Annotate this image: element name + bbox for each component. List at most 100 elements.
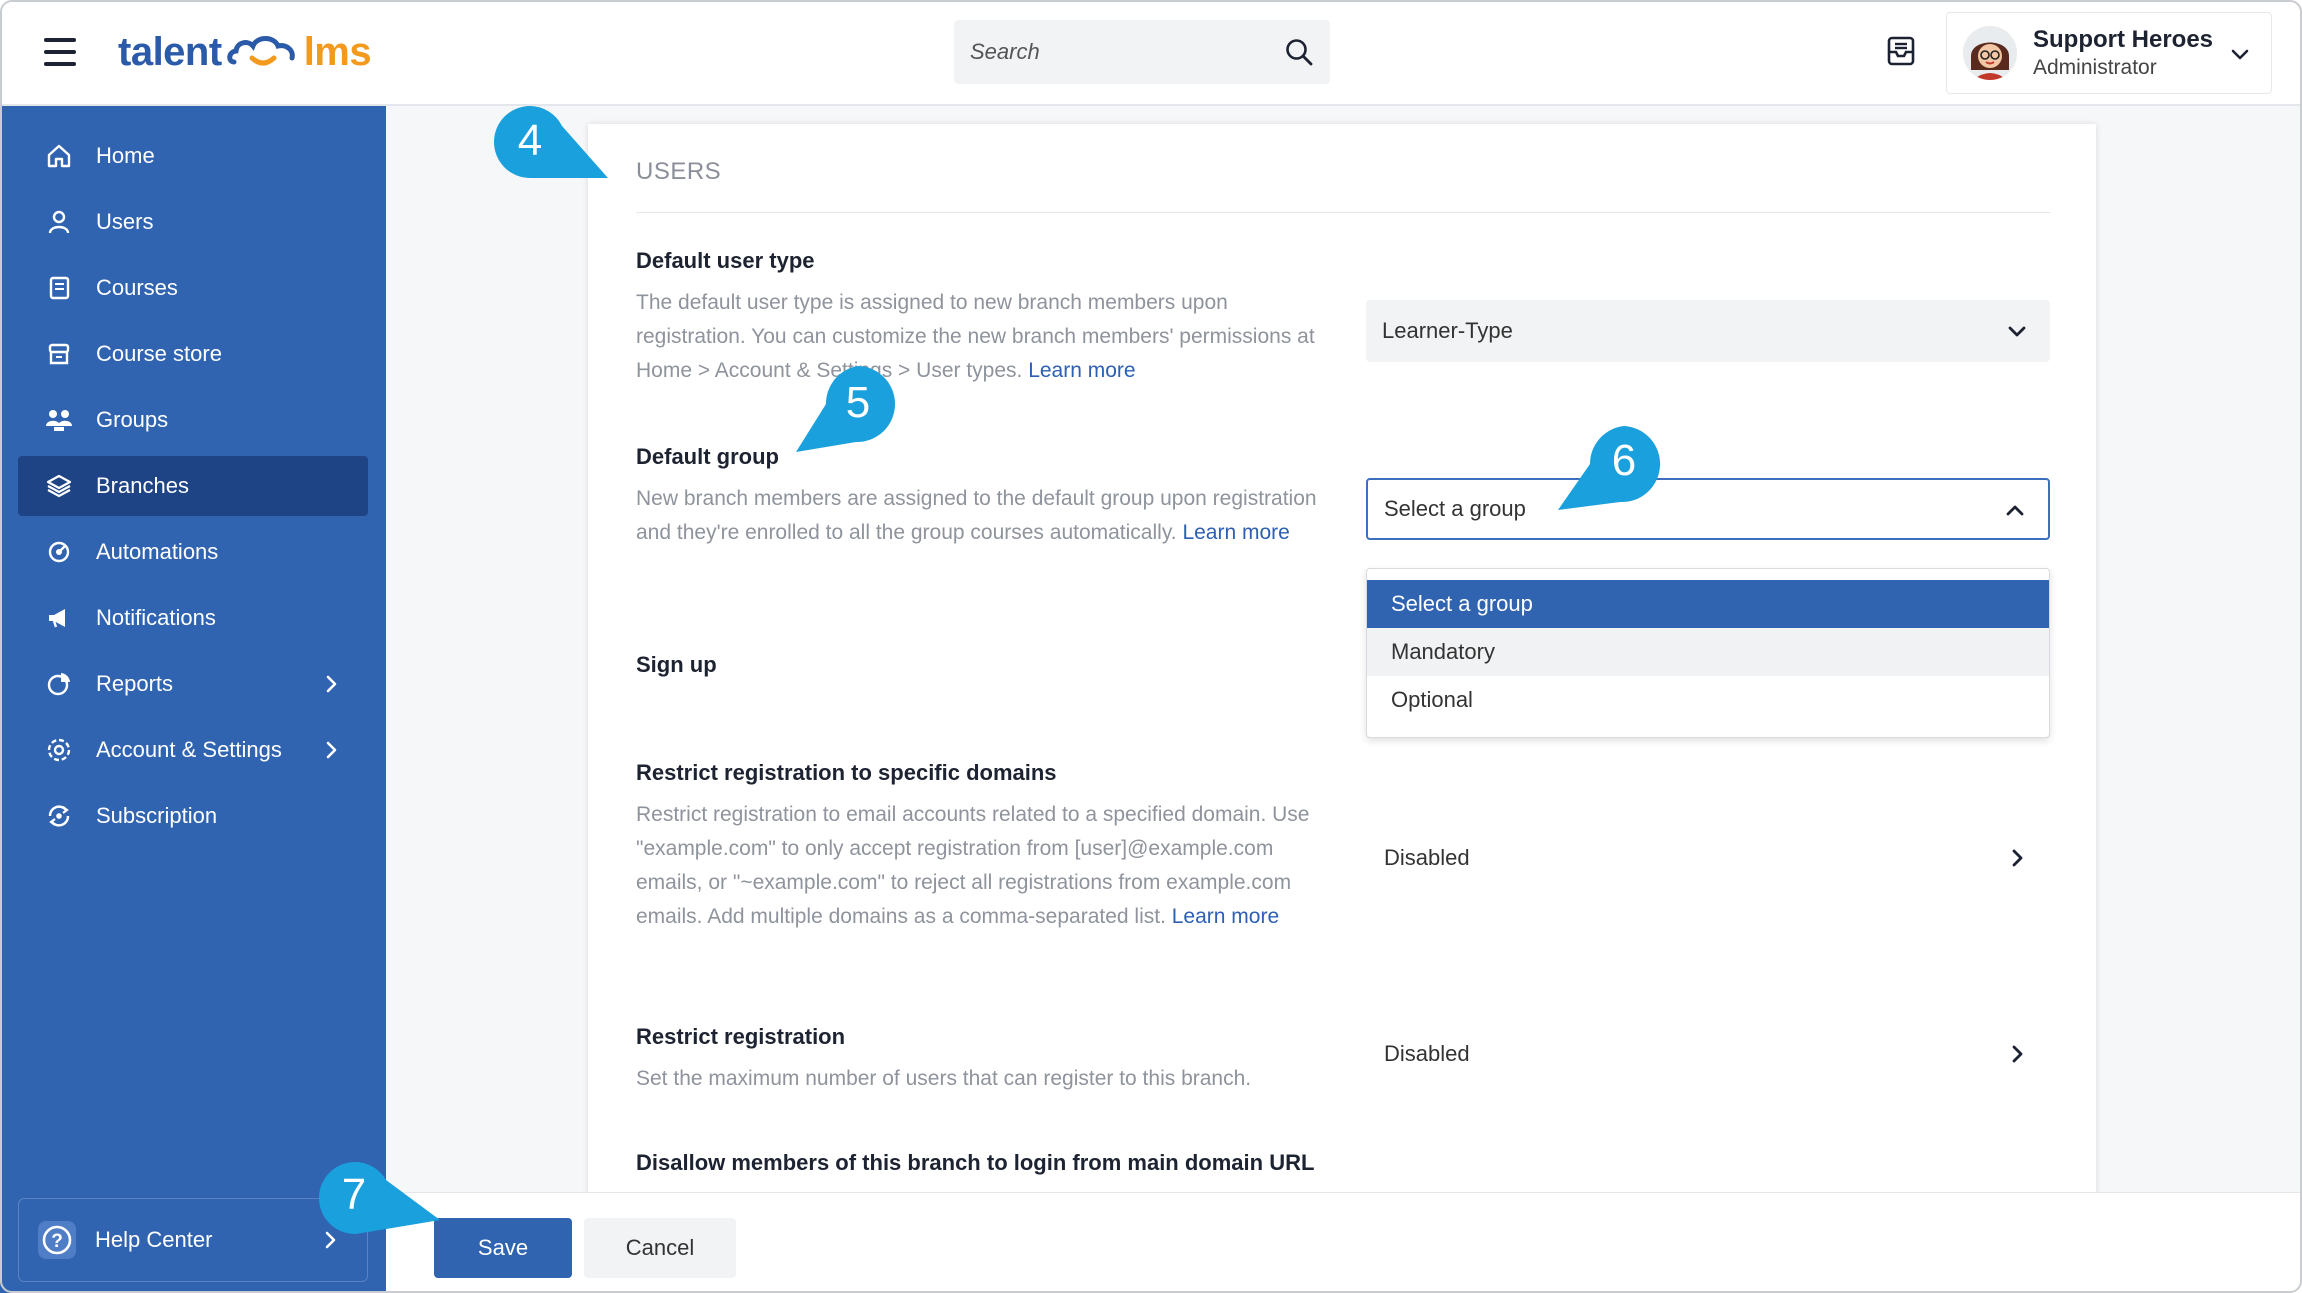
sidebar-item-automations[interactable]: Automations	[18, 522, 368, 582]
megaphone-icon	[44, 603, 74, 633]
users-settings-card: USERS Default user type The default user…	[588, 124, 2096, 1293]
sidebar-item-branches[interactable]: Branches	[18, 456, 368, 516]
chevron-right-icon	[326, 675, 337, 693]
gear-icon	[44, 735, 74, 765]
menu-icon[interactable]	[44, 38, 76, 66]
learn-more-link[interactable]: Learn more	[1172, 905, 1279, 928]
sign-up-setting: Sign up	[636, 652, 1326, 690]
sidebar-item-home[interactable]: Home	[18, 126, 368, 186]
user-name: Support Heroes	[2033, 26, 2214, 54]
pie-chart-icon	[44, 669, 74, 699]
learn-more-link[interactable]: Learn more	[1182, 521, 1289, 544]
section-title: USERS	[636, 158, 722, 185]
cancel-button[interactable]: Cancel	[584, 1218, 736, 1278]
setting-description: The default user type is assigned to new…	[636, 291, 1315, 382]
inbox-icon[interactable]	[1884, 34, 1918, 68]
sidebar-item-courses[interactable]: Courses	[18, 258, 368, 318]
setting-description: Set the maximum number of users that can…	[636, 1067, 1252, 1090]
divider	[636, 212, 2050, 213]
setting-title: Restrict registration	[636, 1024, 846, 1049]
callout-number: 5	[845, 378, 871, 427]
sidebar-item-account-settings[interactable]: Account & Settings	[18, 720, 368, 780]
default-user-type-setting: Default user type The default user type …	[636, 248, 1326, 388]
callout-7: 7	[316, 1160, 440, 1236]
cloud-logo-icon	[226, 36, 295, 66]
setting-title: Default user type	[636, 248, 815, 273]
sidebar-item-label: Home	[96, 143, 155, 168]
setting-title: Default group	[636, 444, 779, 469]
dropdown-option-optional[interactable]: Optional	[1367, 676, 2049, 724]
default-user-type-select[interactable]: Learner-Type	[1366, 300, 2050, 362]
sidebar-item-groups[interactable]: Groups	[18, 390, 368, 450]
chevron-right-icon	[326, 741, 337, 759]
dropdown-option-mandatory[interactable]: Mandatory	[1367, 628, 2049, 676]
setting-description: New branch members are assigned to the d…	[636, 487, 1317, 544]
default-group-select[interactable]: Select a group	[1366, 478, 2050, 540]
setting-title: Restrict registration to specific domain…	[636, 760, 1057, 785]
callout-number: 7	[341, 1170, 367, 1219]
restrict-registration-setting: Restrict registration Set the maximum nu…	[636, 1024, 1326, 1096]
book-icon	[44, 273, 74, 303]
select-value: Learner-Type	[1382, 318, 1513, 343]
sidebar-item-label: Notifications	[96, 605, 216, 630]
save-button[interactable]: Save	[434, 1218, 572, 1278]
svg-text:?: ?	[51, 1231, 63, 1252]
setting-description: Restrict registration to email accounts …	[636, 803, 1310, 928]
help-center-label: Help Center	[95, 1227, 213, 1252]
sidebar-item-label: Groups	[96, 407, 169, 432]
sidebar-item-course-store[interactable]: Course store	[18, 324, 368, 384]
sidebar-item-label: Courses	[96, 275, 178, 300]
chevron-right-icon	[2012, 1045, 2023, 1063]
disallow-login-setting: Disallow members of this branch to login…	[636, 1150, 1536, 1188]
setting-title: Disallow members of this branch to login…	[636, 1150, 1315, 1175]
logo-text-lms: lms	[303, 29, 372, 74]
sidebar-item-reports[interactable]: Reports	[18, 654, 368, 714]
sidebar-item-subscription[interactable]: Subscription	[18, 786, 368, 846]
search-input[interactable]	[970, 39, 1284, 65]
value-text: Disabled	[1384, 845, 1470, 870]
store-icon	[44, 339, 74, 369]
setting-title: Sign up	[636, 652, 717, 677]
sidebar-item-label: Automations	[96, 539, 219, 564]
restrict-domains-setting: Restrict registration to specific domain…	[636, 760, 1326, 934]
sidebar-item-notifications[interactable]: Notifications	[18, 588, 368, 648]
sidebar-item-label: Branches	[96, 473, 189, 498]
form-footer: Save Cancel	[386, 1192, 2302, 1293]
search-icon[interactable]	[1284, 37, 1314, 67]
help-icon: ?	[38, 1221, 76, 1259]
logo-text-talent: talent	[118, 29, 222, 74]
search-box[interactable]	[954, 20, 1330, 84]
value-text: Disabled	[1384, 1041, 1470, 1066]
learn-more-link[interactable]: Learn more	[1028, 359, 1135, 382]
groups-icon	[44, 405, 74, 435]
main-content: USERS Default user type The default user…	[386, 106, 2302, 1293]
sidebar-item-label: Subscription	[96, 803, 218, 828]
default-group-dropdown: Select a group Mandatory Optional	[1366, 568, 2050, 738]
dropdown-option-select-a-group[interactable]: Select a group	[1367, 580, 2049, 628]
sidebar-item-label: Reports	[96, 671, 174, 696]
sidebar-item-label: Account & Settings	[96, 737, 282, 762]
user-menu[interactable]: Support Heroes Administrator	[1946, 12, 2272, 94]
subscription-icon	[44, 801, 74, 831]
callout-number: 4	[517, 116, 543, 165]
layers-icon	[44, 471, 74, 501]
restrict-registration-value[interactable]: Disabled	[1366, 1024, 2050, 1084]
callout-6: 6	[1558, 424, 1664, 510]
sidebar-item-label: Users	[96, 209, 154, 234]
callout-5: 5	[796, 364, 900, 452]
select-value: Select a group	[1384, 496, 1526, 521]
restrict-domains-value[interactable]: Disabled	[1366, 828, 2050, 888]
chevron-up-icon	[2006, 505, 2024, 516]
chevron-down-icon	[2008, 326, 2026, 337]
top-bar: talent lms Search Support Heroes Adminis…	[0, 0, 2302, 106]
default-group-setting: Default group New branch members are ass…	[636, 444, 1326, 550]
avatar	[1963, 26, 2017, 80]
avatar-image	[1963, 26, 2017, 80]
talentlms-logo[interactable]: talent lms	[118, 22, 372, 82]
automation-icon	[44, 537, 74, 567]
sidebar-item-label: Course store	[96, 341, 222, 366]
callout-number: 6	[1611, 436, 1637, 485]
user-icon	[44, 207, 74, 237]
chevron-down-icon[interactable]	[2229, 43, 2251, 65]
sidebar-item-users[interactable]: Users	[18, 192, 368, 252]
